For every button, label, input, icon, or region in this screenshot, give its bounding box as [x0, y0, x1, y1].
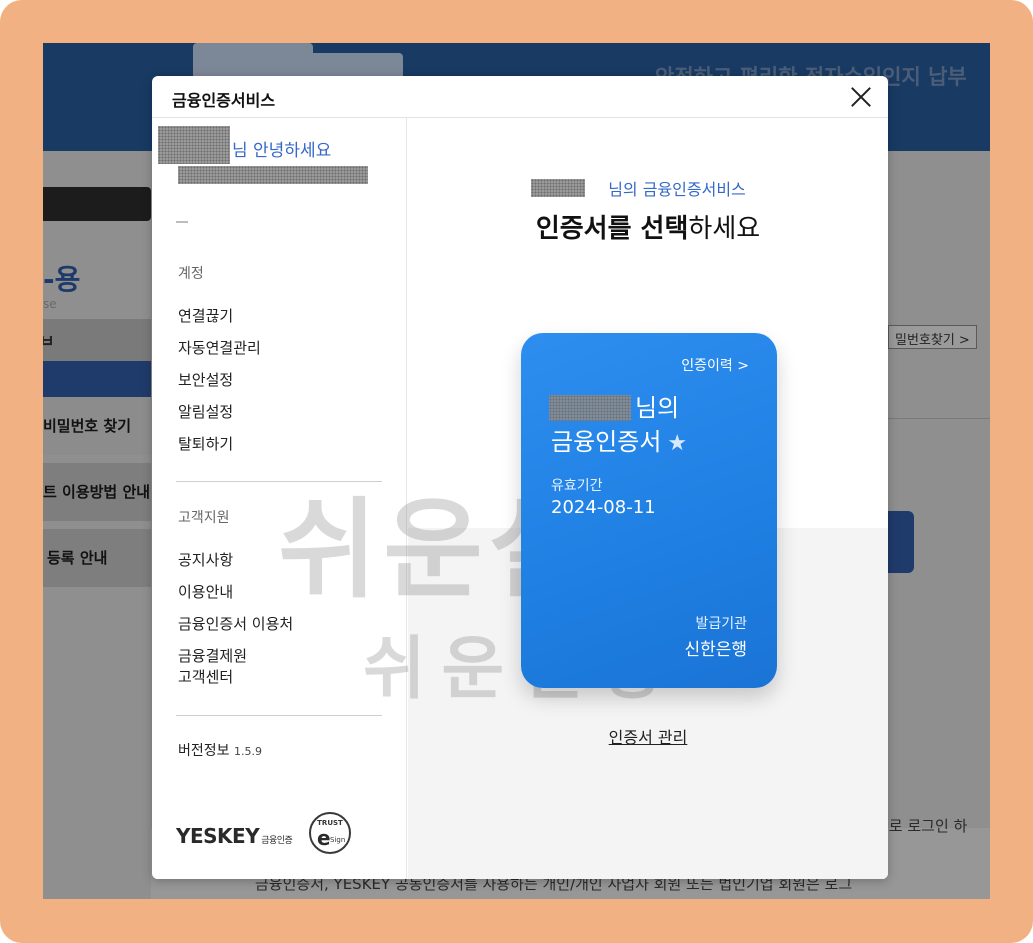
sidebar-item-withdraw[interactable]: 탈퇴하기 — [178, 434, 233, 455]
background-search-bar — [43, 187, 151, 221]
cert-select-panel: 님의 금융인증서비스 인증서를 선택하세요 쉬운설명 쉬운설명 인증이력 > 님… — [278, 118, 888, 879]
background-text: 으로 로그인 하 — [875, 817, 968, 835]
sidebar-divider — [176, 715, 382, 716]
modal-header: 금융인증서비스 — [152, 76, 888, 118]
financial-cert-modal: 금융인증서비스 님 안녕하세요 계정 연결끊기 자동연결관리 보안설정 알림설정… — [152, 76, 888, 879]
background-login-button — [888, 511, 914, 573]
background-blue-bar — [43, 361, 151, 397]
background-subtitle: se — [43, 297, 57, 311]
section-label-support: 고객지원 — [178, 510, 230, 526]
redacted-user-info — [178, 166, 368, 184]
issuer-name: 신한은행 — [684, 640, 747, 660]
sidebar-item-security[interactable]: 보안설정 — [178, 370, 233, 391]
valid-period-label: 유효기간 — [551, 478, 603, 494]
sidebar-divider — [176, 481, 382, 482]
sidebar-item-customer-center[interactable]: 금융결제원 고객센터 — [178, 646, 247, 688]
issuer-label: 발급기관 — [695, 616, 747, 632]
background-menu-item: 비밀번호 찾기 — [43, 397, 151, 455]
cert-name-line2: 금융인증서 — [551, 428, 662, 456]
redacted-user-name — [158, 126, 230, 164]
sidebar-item-notifications[interactable]: 알림설정 — [178, 402, 233, 423]
version-info: 버전정보 1.5.9 — [178, 740, 262, 760]
greeting-text: 님 안녕하세요 — [232, 141, 332, 161]
owner-line: 님의 금융인증서비스 — [608, 180, 746, 199]
modal-title: 금융인증서비스 — [172, 91, 276, 110]
cert-name-suffix: 님의 — [635, 394, 680, 422]
close-icon[interactable] — [848, 84, 874, 110]
cert-history-link[interactable]: 인증이력 > — [681, 355, 749, 375]
sidebar-item-disconnect[interactable]: 연결끊기 — [178, 306, 233, 327]
modal-sidebar: 님 안녕하세요 계정 연결끊기 자동연결관리 보안설정 알림설정 탈퇴하기 고객… — [152, 118, 407, 879]
cert-name: 님의 금융인증서 ★ — [551, 391, 687, 461]
sidebar-item-auto-connect[interactable]: 자동연결관리 — [178, 338, 261, 359]
background-menu-item: 트 이용방법 안내 — [43, 463, 151, 521]
version-label: 버전정보 — [178, 743, 230, 759]
trust-esign-icon: TRUST e Sign — [309, 812, 351, 854]
background-divider — [888, 418, 990, 419]
page-title: 인증서를 선택하세요 — [535, 214, 761, 244]
cert-manage-link[interactable]: 인증서 관리 — [408, 724, 888, 748]
section-label-account: 계정 — [178, 266, 204, 282]
background-title: -용 — [43, 263, 81, 296]
sidebar-item-notice[interactable]: 공지사항 — [178, 550, 233, 571]
certificate-card[interactable]: 인증이력 > 님의 금융인증서 ★ 유효기간 2024-08-11 발급기관 신한… — [521, 333, 777, 688]
yeskey-logo: YESKEY 금융인증 — [176, 824, 293, 848]
background-menu-item: 등록 안내 — [43, 529, 151, 587]
sidebar-item-usage-places[interactable]: 금융인증서 이용처 — [178, 614, 293, 635]
sidebar-dash — [176, 221, 188, 223]
star-icon[interactable]: ★ — [667, 431, 687, 456]
background-strip: ㅂ — [43, 319, 151, 361]
background-find-password-button: 밀번호찾기 > — [888, 325, 977, 349]
sidebar-item-guide[interactable]: 이용안내 — [178, 582, 233, 603]
valid-period-date: 2024-08-11 — [551, 497, 656, 518]
version-number: 1.5.9 — [233, 745, 262, 758]
